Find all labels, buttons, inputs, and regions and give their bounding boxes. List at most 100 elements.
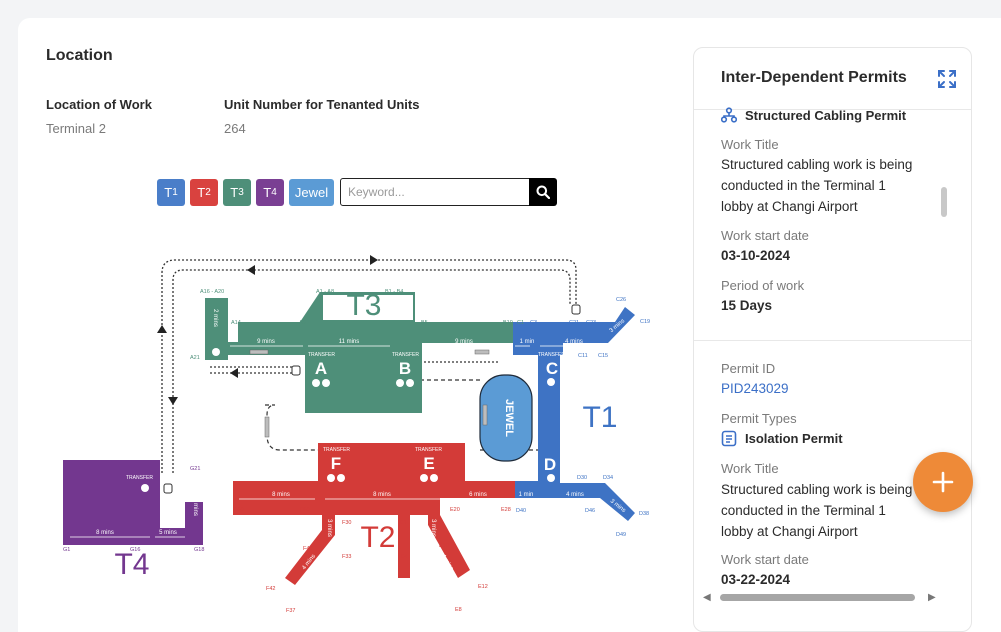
gate-f60: F60 (234, 507, 243, 513)
permit-2-work-title-label: Work Title (721, 461, 779, 476)
hub-c: C (546, 359, 558, 378)
filter-t1-num: 1 (172, 187, 178, 198)
permit-2-start-value: 03-22-2024 (721, 572, 791, 587)
gate-e28: E28 (501, 507, 511, 513)
gate-c3: C3 (530, 320, 537, 326)
gate-d34: D34 (603, 475, 613, 481)
expand-icon[interactable] (937, 69, 957, 89)
gate-e4: E4 (401, 554, 408, 560)
time-t3-c: 9 mins (455, 339, 473, 345)
filter-t4-num: 4 (271, 187, 277, 198)
gate-d30: D30 (577, 475, 587, 481)
filter-t1-button[interactable]: T1 (157, 179, 185, 206)
gate-e8: E8 (455, 607, 462, 613)
location-of-work-value: Terminal 2 (46, 121, 106, 136)
hub-f: F (331, 454, 341, 473)
filter-jewel-button[interactable]: Jewel (289, 179, 334, 206)
gate-b5: B5 (421, 320, 428, 326)
gate-g1: G1 (63, 547, 70, 553)
vertical-scrollbar[interactable] (941, 187, 947, 217)
permit-1-period-value: 15 Days (721, 298, 773, 313)
permit-2-type-label: Isolation Permit (745, 431, 843, 446)
time-t4-c: 7 mins (192, 498, 198, 516)
time-t3-b: 11 mins (339, 339, 360, 345)
search-button[interactable] (529, 178, 557, 206)
scroll-left-icon[interactable]: ◀ (703, 592, 711, 603)
panel-title: Inter-Dependent Permits (721, 69, 907, 86)
airport-terminal-map[interactable]: T3 T1 JEWEL T2 T4 A B C D E F TRANSFER T… (60, 245, 660, 620)
filter-t3-button[interactable]: T3 (223, 179, 251, 206)
filter-t3-num: 3 (238, 187, 244, 198)
transfer-a: TRANSFER (308, 352, 335, 358)
time-t1-d: 4 mins (566, 492, 584, 498)
filter-t4-button[interactable]: T4 (256, 179, 284, 206)
gate-b1: B1 - B4 (385, 289, 403, 295)
gate-d40: D40 (516, 508, 526, 514)
filter-t3-letter: T (230, 185, 239, 200)
gate-c19: C19 (640, 319, 650, 325)
hub-a: A (315, 359, 327, 378)
t1-label: T1 (582, 401, 617, 434)
gate-a14: A14 (231, 320, 241, 326)
permit-2-type: Isolation Permit (721, 430, 843, 447)
permit-2-work-title-line-1: Structured cabling work is being (721, 482, 913, 497)
gate-b10: B10 (503, 320, 513, 326)
search-icon (536, 185, 550, 199)
gate-f42: F42 (266, 586, 275, 592)
hub-b: B (399, 359, 411, 378)
t4-terminal[interactable] (63, 460, 203, 545)
permit-divider (694, 340, 971, 341)
permit-1-work-title-line-2: conducted in the Terminal 1 (721, 178, 886, 193)
t2-terminal[interactable] (233, 443, 515, 585)
gate-c23: C23 (586, 320, 596, 326)
permit-1-start-value: 03-10-2024 (721, 248, 791, 263)
filter-t2-button[interactable]: T2 (190, 179, 218, 206)
gate-d46: D46 (585, 508, 595, 514)
hub-d: D (544, 455, 556, 474)
time-t3-a: 9 mins (257, 339, 275, 345)
time-t2-h: 3 mins (430, 519, 436, 537)
scroll-right-icon[interactable]: ▶ (928, 592, 936, 603)
time-t1-a: 1 min (520, 339, 535, 345)
add-button[interactable] (913, 452, 973, 512)
transfer-f: TRANSFER (323, 447, 350, 453)
permit-1-start-label: Work start date (721, 228, 809, 243)
time-t1-b: 4 mins (565, 339, 583, 345)
permit-1-period-label: Period of work (721, 278, 805, 293)
jewel-label: JEWEL (503, 399, 515, 437)
permit-2-id-link[interactable]: PID243029 (721, 381, 789, 396)
time-t2-d: 1 min (519, 492, 534, 498)
gate-g18: G18 (194, 547, 204, 553)
gate-d38: D38 (639, 511, 649, 517)
gate-f40: F40 (303, 546, 312, 552)
gate-g21: G21 (190, 466, 200, 472)
section-title: Location (46, 47, 113, 64)
permit-2-id-label: Permit ID (721, 361, 776, 376)
keyword-search-input[interactable] (340, 178, 530, 206)
horizontal-scrollbar[interactable]: ◀ ▶ (700, 591, 940, 603)
time-t3-v: 2 mins (212, 309, 218, 327)
filter-t1-letter: T (164, 185, 173, 200)
gate-e20: E20 (450, 507, 460, 513)
transfer-e: TRANSFER (415, 447, 442, 453)
gate-a9: A9 (299, 320, 306, 326)
gate-e1: E1 (400, 520, 407, 526)
time-t2-b: 8 mins (373, 492, 391, 498)
gate-f37: F37 (286, 608, 295, 614)
location-of-work-label: Location of Work (46, 97, 152, 112)
filter-t2-num: 2 (205, 187, 211, 198)
gate-f30: F30 (342, 520, 351, 526)
gate-a16: A16 - A20 (200, 289, 224, 295)
permit-2-types-label: Permit Types (721, 411, 797, 426)
time-t1-v: 6 mins (566, 406, 572, 424)
time-t2-c: 6 mins (469, 492, 487, 498)
gate-f33: F33 (342, 554, 351, 560)
horizontal-scroll-thumb[interactable] (720, 594, 915, 601)
filter-t4-letter: T (263, 185, 272, 200)
gate-c11: C11 (578, 353, 588, 359)
permit-2-work-title-line-3: lobby at Changi Airport (721, 524, 858, 539)
transfer-b: TRANSFER (392, 352, 419, 358)
transfer-c: TRANSFER (538, 352, 565, 358)
permit-2-work-title-line-2: conducted in the Terminal 1 (721, 503, 886, 518)
inter-dependent-permits-panel: Inter-Dependent Permits Structured Cabli… (693, 47, 972, 632)
